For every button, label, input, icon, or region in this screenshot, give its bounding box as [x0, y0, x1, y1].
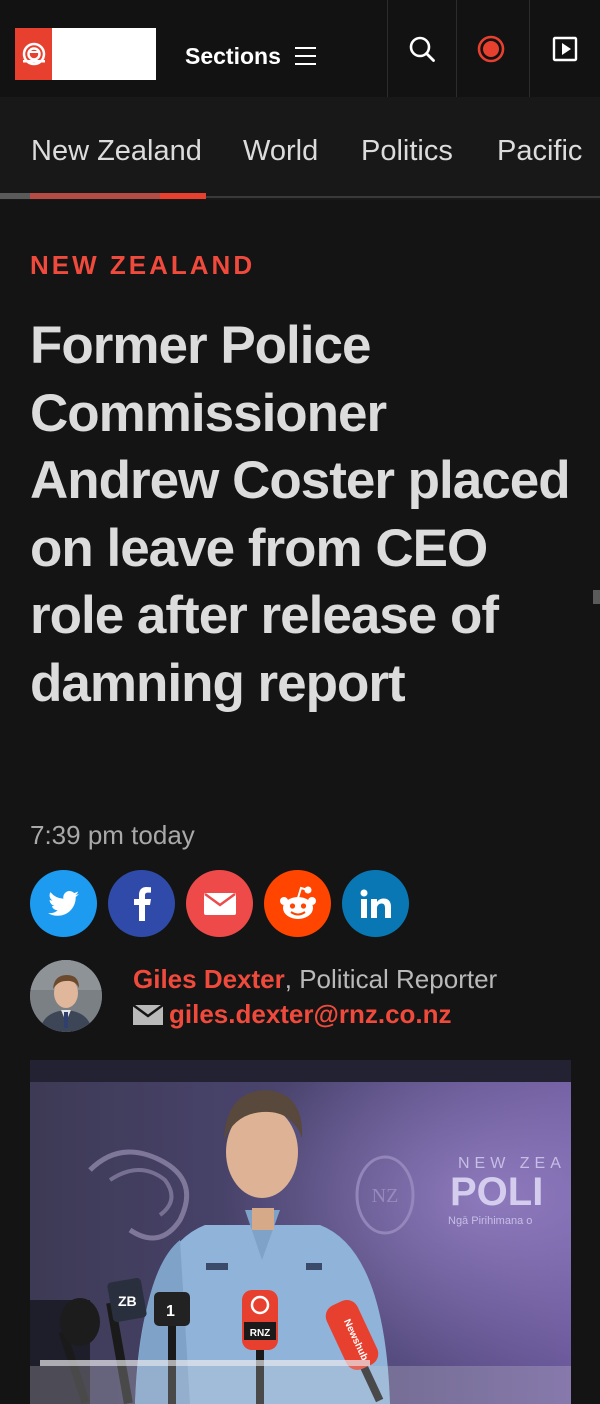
- reddit-icon: [279, 886, 316, 919]
- live-radio-button[interactable]: [457, 0, 525, 97]
- live-radio-icon: [477, 35, 505, 62]
- sections-menu-button[interactable]: Sections: [185, 40, 316, 72]
- section-kicker[interactable]: NEW ZEALAND: [30, 250, 255, 281]
- author-email: giles.dexter@rnz.co.nz: [169, 999, 452, 1029]
- author-name-link[interactable]: Giles Dexter: [133, 964, 285, 994]
- svg-text:NZ: NZ: [372, 1185, 399, 1207]
- scroll-indicator: [593, 590, 600, 604]
- sections-label: Sections: [185, 42, 281, 69]
- tab-politics[interactable]: Politics: [361, 135, 453, 168]
- tab-world[interactable]: World: [243, 135, 318, 168]
- share-email-button[interactable]: [186, 870, 253, 937]
- search-button[interactable]: [388, 0, 456, 97]
- mic-label-2: 1: [166, 1303, 175, 1320]
- wall-text-line-2: POLI: [450, 1170, 543, 1214]
- hamburger-icon: [294, 47, 316, 65]
- tab-pacific[interactable]: Pacific: [497, 135, 582, 168]
- envelope-icon: [133, 1004, 163, 1025]
- twitter-icon: [47, 890, 79, 916]
- article-headline: Former Police Commissioner Andrew Coster…: [30, 316, 571, 713]
- mic-label-1: ZB: [118, 1293, 137, 1309]
- share-facebook-button[interactable]: [108, 870, 175, 937]
- article-timestamp: 7:39 pm today: [30, 820, 195, 850]
- rnz-logo-mark-icon: [15, 28, 52, 80]
- linkedin-icon: [360, 889, 391, 918]
- email-icon: [203, 892, 236, 915]
- top-bar: Sections: [0, 0, 600, 97]
- author-email-link[interactable]: giles.dexter@rnz.co.nz: [133, 999, 452, 1030]
- search-icon: [409, 36, 435, 62]
- wall-text-line-3: Ngā Pirihimana o: [448, 1215, 532, 1227]
- author-separator: ,: [284, 964, 292, 994]
- share-reddit-button[interactable]: [264, 870, 331, 937]
- author-role: Political Reporter: [299, 964, 498, 994]
- author-avatar[interactable]: [30, 960, 102, 1032]
- mic-label-3: RNZ: [250, 1328, 271, 1339]
- share-buttons: [30, 870, 409, 937]
- author-byline: Giles Dexter, Political Reporter giles.d…: [30, 960, 590, 1032]
- share-linkedin-button[interactable]: [342, 870, 409, 937]
- article-hero-image[interactable]: NZ NEW ZEA POLI Ngā Pirihimana o ZB 1 RN…: [30, 1060, 571, 1404]
- tab-new-zealand[interactable]: New Zealand: [31, 135, 202, 168]
- rnz-logo[interactable]: [15, 28, 156, 80]
- share-twitter-button[interactable]: [30, 870, 97, 937]
- author-line: Giles Dexter, Political Reporter: [133, 964, 497, 995]
- rnz-logo-box: [52, 28, 156, 80]
- play-icon: [552, 36, 578, 61]
- active-tab-indicator: [0, 193, 206, 199]
- facebook-icon: [133, 886, 151, 921]
- play-button[interactable]: [530, 0, 600, 97]
